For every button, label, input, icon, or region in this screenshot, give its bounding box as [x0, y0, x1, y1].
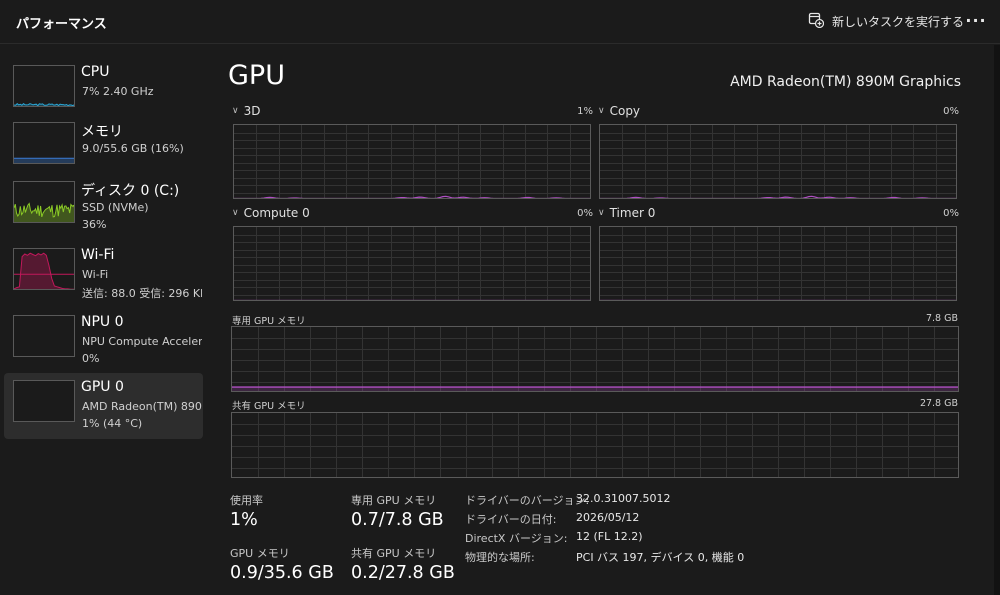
sidebar-item-detail-2: 送信: 88.0 受信: 296 Kb [82, 287, 202, 300]
dedicated-memory-graph [231, 326, 959, 392]
sidebar-item-detail: 7% 2.40 GHz [82, 85, 154, 98]
sidebar-thumb-npu [13, 315, 75, 357]
sidebar-item-wifi[interactable]: Wi-Fi Wi-Fi 送信: 88.0 受信: 296 Kb [4, 241, 203, 307]
chevron-down-icon: ∨ [598, 208, 605, 218]
engine-percent: 0% [577, 208, 593, 219]
shared-memory-stat-label: 共有 GPU メモリ [351, 547, 437, 560]
physical-location-key: 物理的な場所: [465, 551, 535, 564]
driver-date-value: 2026/05/12 [576, 511, 640, 524]
utilization-label: 使用率 [230, 494, 263, 507]
engine-graph-timer [599, 226, 957, 301]
shared-memory-stat-value: 0.2/27.8 GB [351, 563, 455, 583]
sidebar-item-detail-2: 36% [82, 218, 107, 231]
sidebar-item-name: メモリ [81, 124, 123, 140]
engine-label: Timer 0 [609, 206, 656, 220]
memory-fill [232, 387, 958, 391]
sidebar-thumb-cpu [13, 65, 75, 107]
page-title: パフォーマンス [16, 17, 107, 32]
usage-line [234, 195, 590, 198]
sidebar-item-npu[interactable]: NPU 0 NPU Compute Acceler... 0% [4, 308, 203, 374]
engine-percent: 0% [943, 208, 959, 219]
sidebar-item-detail-2: 1% (44 °C) [82, 417, 143, 430]
chevron-down-icon: ∨ [232, 106, 239, 116]
engine-selector-compute[interactable]: ∨ Compute 0 [232, 206, 310, 220]
engine-label: 3D [243, 104, 261, 118]
shared-memory-max: 27.8 GB [919, 398, 958, 409]
engine-percent: 0% [943, 106, 959, 117]
chevron-down-icon: ∨ [232, 208, 239, 218]
sidebar-item-name: Wi-Fi [81, 247, 115, 263]
new-task-button[interactable]: 新しいタスクを実行する [808, 11, 964, 31]
sidebar-thumb-gpu [13, 380, 75, 422]
physical-location-value: PCI バス 197, デバイス 0, 機能 0 [576, 551, 745, 564]
engine-label: Copy [609, 104, 641, 118]
dedicated-memory-stat-value: 0.7/7.8 GB [351, 510, 444, 530]
engine-selector-3d[interactable]: ∨ 3D [232, 104, 260, 118]
sidebar-item-detail-2: 0% [82, 352, 100, 365]
engine-selector-timer[interactable]: ∨ Timer 0 [598, 206, 655, 220]
sidebar-item-gpu[interactable]: GPU 0 AMD Radeon(TM) 890... 1% (44 °C) [4, 373, 203, 439]
dedicated-memory-label: 専用 GPU メモリ [232, 316, 306, 327]
new-task-label: 新しいタスクを実行する [832, 14, 965, 29]
sidebar-item-detail: 9.0/55.6 GB (16%) [82, 142, 184, 155]
header-bar: パフォーマンス 新しいタスクを実行する ··· [0, 0, 1000, 44]
shared-memory-graph [231, 412, 959, 478]
dedicated-memory-stat-label: 専用 GPU メモリ [351, 494, 437, 507]
new-task-icon [808, 12, 825, 31]
dedicated-memory-max: 7.8 GB [925, 313, 958, 324]
sidebar-item-name: ディスク 0 (C:) [81, 183, 180, 199]
sidebar-item-detail: NPU Compute Acceler... [82, 335, 202, 348]
directx-version-value: 12 (FL 12.2) [576, 530, 643, 543]
sidebar-item-name: NPU 0 [81, 314, 124, 330]
more-icon[interactable]: ··· [964, 8, 988, 32]
sidebar-thumb-disk [13, 181, 75, 223]
sidebar-item-detail: AMD Radeon(TM) 890... [82, 400, 202, 413]
chevron-down-icon: ∨ [598, 106, 605, 116]
engine-graph-3d [233, 124, 591, 199]
engine-selector-copy[interactable]: ∨ Copy [598, 104, 640, 118]
thumb-fill [14, 158, 74, 163]
sidebar-item-memory[interactable]: メモリ 9.0/55.6 GB (16%) [4, 115, 203, 181]
gpu-device-name: AMD Radeon(TM) 890M Graphics [730, 74, 961, 90]
sidebar-item-disk[interactable]: ディスク 0 (C:) SSD (NVMe) 36% [4, 174, 203, 240]
driver-version-value: 32.0.31007.5012 [576, 492, 671, 505]
thumb-fill [14, 253, 69, 289]
sidebar-item-name: CPU [81, 64, 110, 80]
sidebar-item-detail: Wi-Fi [82, 268, 109, 281]
sidebar-thumb-memory [13, 122, 75, 164]
shared-memory-label: 共有 GPU メモリ [232, 401, 306, 412]
scrollbar-track[interactable] [994, 45, 1000, 595]
engine-percent: 1% [577, 106, 593, 117]
usage-line [600, 195, 956, 198]
sidebar-item-detail: SSD (NVMe) [82, 201, 149, 214]
engine-label: Compute 0 [243, 206, 310, 220]
driver-date-key: ドライバーの日付: [465, 513, 557, 526]
gpu-memory-stat-value: 0.9/35.6 GB [230, 563, 334, 583]
driver-version-key: ドライバーのバージョン: [465, 494, 590, 507]
sidebar-item-name: GPU 0 [81, 379, 124, 395]
gpu-memory-stat-label: GPU メモリ [230, 547, 290, 560]
sidebar-thumb-wifi [13, 248, 75, 290]
engine-graph-copy [599, 124, 957, 199]
directx-version-key: DirectX バージョン: [465, 532, 568, 545]
utilization-value: 1% [230, 510, 258, 530]
engine-graph-compute [233, 226, 591, 301]
gpu-title: GPU [228, 60, 285, 91]
